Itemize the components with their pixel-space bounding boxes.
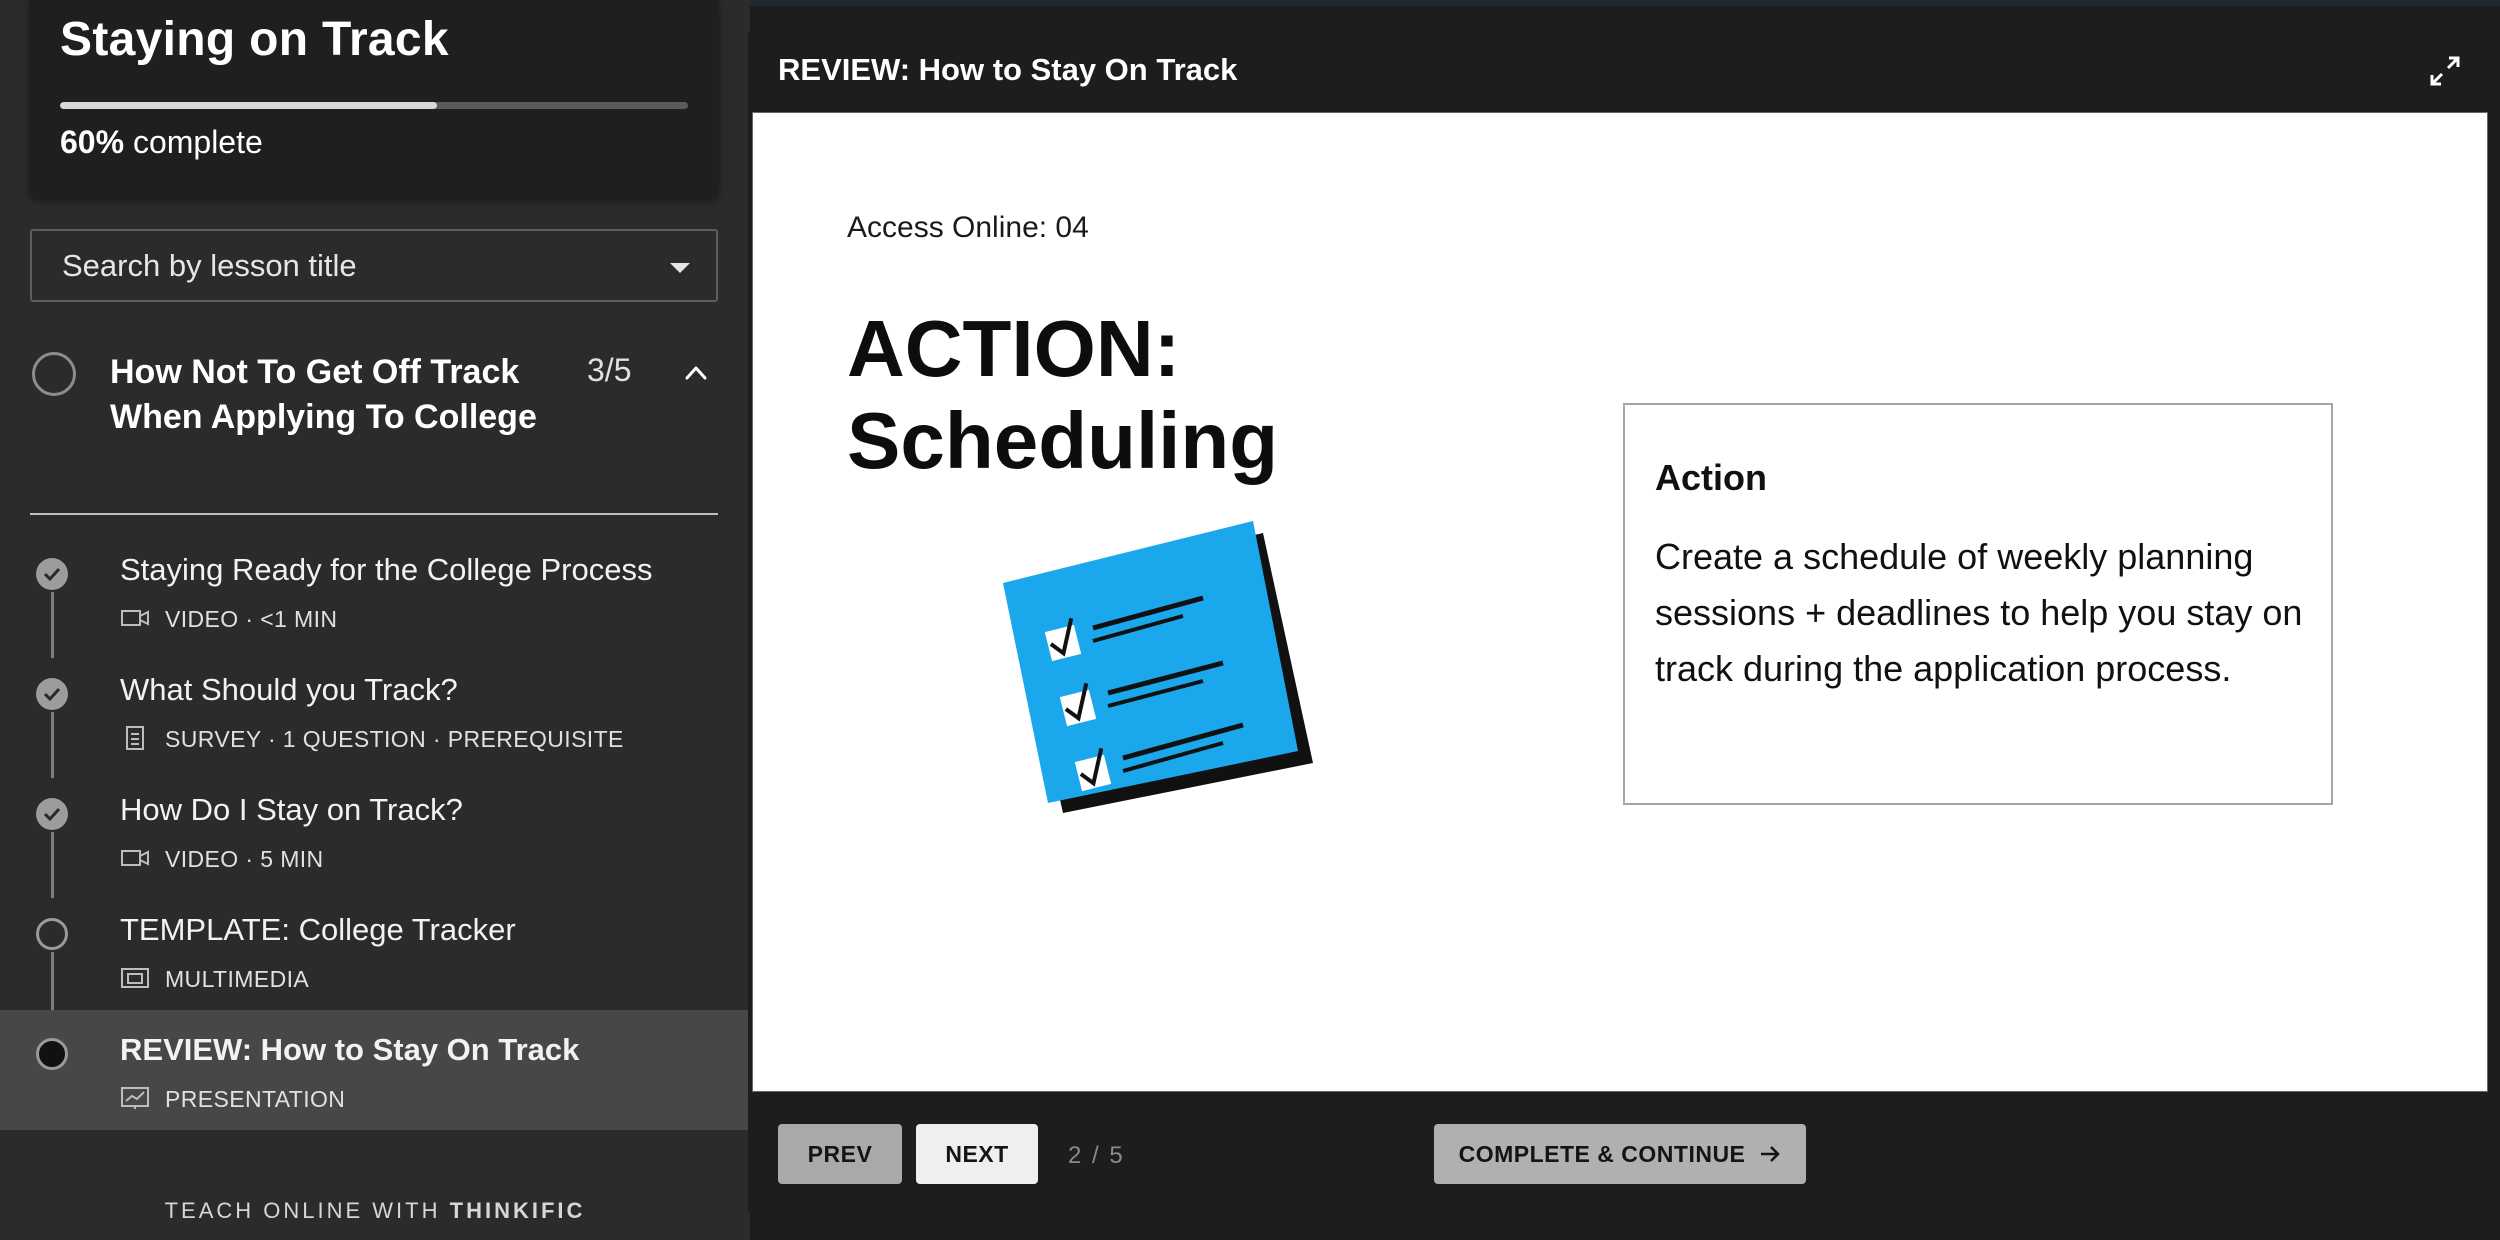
- lesson-meta: PRESENTATION: [165, 1086, 346, 1112]
- caret-down-icon[interactable]: [670, 263, 690, 273]
- current-lesson-circle-icon: [36, 1038, 68, 1070]
- lesson-connector-line: [51, 952, 54, 1018]
- progress-percent: 60%: [60, 124, 125, 160]
- lesson-content-panel: REVIEW: How to Stay On Track Access Onli…: [748, 32, 2492, 1212]
- lesson-item-staying-ready[interactable]: Staying Ready for the College Process VI…: [0, 530, 750, 658]
- lesson-item-what-should-you-track[interactable]: What Should you Track? SURVEY · 1 QUESTI…: [0, 650, 750, 778]
- complete-continue-label: COMPLETE & CONTINUE: [1458, 1140, 1746, 1167]
- video-camera-icon: [121, 610, 149, 626]
- lesson-search-dropdown[interactable]: [30, 229, 718, 302]
- slide-kicker: Access Online: 04: [847, 211, 1089, 244]
- course-title: Staying on Track: [60, 13, 449, 66]
- empty-circle-icon: [36, 918, 68, 950]
- lesson-connector-line: [51, 592, 54, 658]
- lesson-header-title: REVIEW: How to Stay On Track: [778, 52, 1238, 87]
- lesson-search-input[interactable]: [32, 231, 716, 300]
- slide-heading: ACTION: Scheduling: [847, 303, 1278, 487]
- chapter-title: How Not To Get Off Track When Applying T…: [110, 353, 537, 436]
- lesson-meta: SURVEY · 1 QUESTION · PREREQUISITE: [165, 726, 624, 752]
- progress-bar: [60, 102, 688, 109]
- arrow-right-icon: [1761, 1146, 1781, 1162]
- chapter-progress-count: 3/5: [587, 352, 632, 388]
- lesson-title: What Should you Track?: [120, 672, 458, 707]
- complete-continue-button[interactable]: COMPLETE & CONTINUE: [1434, 1124, 1806, 1184]
- course-progress-card: Staying on Track 60% complete: [30, 0, 718, 198]
- lesson-title: TEMPLATE: College Tracker: [120, 912, 516, 947]
- check-circle-icon: [36, 678, 68, 710]
- slide-page-indicator: 2 / 5: [1068, 1142, 1125, 1169]
- action-box-body: Create a schedule of weekly planning ses…: [1655, 536, 2303, 689]
- lesson-item-review-how-to-stay-on-track[interactable]: REVIEW: How to Stay On Track PRESENTATIO…: [0, 1010, 750, 1130]
- survey-clipboard-icon: [126, 726, 144, 750]
- fullscreen-expand-icon[interactable]: [2428, 54, 2462, 88]
- lesson-title: Staying Ready for the College Process: [120, 552, 653, 587]
- progress-bar-fill: [60, 102, 437, 109]
- chapter-status-circle-icon: [32, 352, 76, 396]
- action-box-title: Action: [1655, 457, 1767, 498]
- checklist-note-illustration: [1003, 521, 1313, 813]
- lesson-meta: VIDEO · 5 MIN: [165, 846, 324, 872]
- check-circle-icon: [36, 798, 68, 830]
- lesson-connector-line: [51, 712, 54, 778]
- presentation-icon: [121, 1087, 149, 1109]
- lesson-header: REVIEW: How to Stay On Track: [748, 32, 2492, 110]
- lesson-meta: MULTIMEDIA: [165, 966, 310, 992]
- chevron-up-icon[interactable]: [685, 362, 707, 384]
- lesson-item-template-college-tracker[interactable]: TEMPLATE: College Tracker MULTIMEDIA: [0, 890, 750, 1018]
- footer-brand-name: THINKIFIC: [449, 1198, 586, 1223]
- lesson-title: REVIEW: How to Stay On Track: [120, 1032, 580, 1067]
- chapter-header[interactable]: How Not To Get Off Track When Applying T…: [30, 340, 718, 515]
- course-sidebar: Staying on Track 60% complete How Not To…: [0, 0, 750, 1240]
- progress-text: 60% complete: [60, 124, 263, 161]
- thinkific-footer-link[interactable]: TEACH ONLINE WITH THINKIFIC: [0, 1198, 750, 1224]
- lesson-title: How Do I Stay on Track?: [120, 792, 463, 827]
- multimedia-icon: [121, 968, 149, 988]
- next-button[interactable]: NEXT: [916, 1124, 1038, 1184]
- video-camera-icon: [121, 850, 149, 866]
- lesson-item-how-do-i-stay-on-track[interactable]: How Do I Stay on Track? VIDEO · 5 MIN: [0, 770, 750, 898]
- lesson-meta: VIDEO · <1 MIN: [165, 606, 338, 632]
- slide-heading-line1: ACTION:: [847, 304, 1181, 393]
- chapter-divider: [30, 513, 718, 515]
- lesson-navigation-bar: PREV NEXT 2 / 5 COMPLETE & CONTINUE: [748, 1094, 2492, 1212]
- lesson-connector-line: [51, 832, 54, 898]
- prev-button[interactable]: PREV: [778, 1124, 902, 1184]
- action-callout-box: Action Create a schedule of weekly plann…: [1623, 403, 2333, 805]
- footer-brand-prefix: TEACH ONLINE WITH: [164, 1198, 441, 1223]
- check-circle-icon: [36, 558, 68, 590]
- slide-heading-line2: Scheduling: [847, 396, 1279, 485]
- presentation-slide: Access Online: 04 ACTION: Scheduling Act…: [752, 112, 2488, 1092]
- progress-label: complete: [132, 124, 263, 160]
